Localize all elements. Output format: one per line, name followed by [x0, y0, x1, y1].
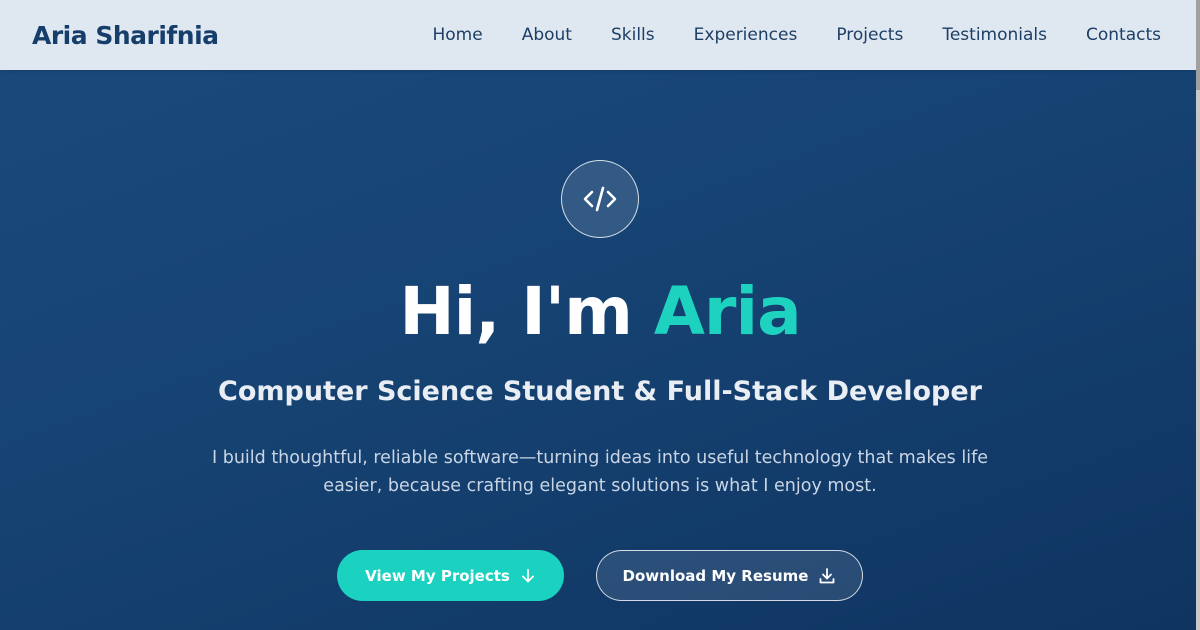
headline-prefix: Hi, I'm	[399, 273, 654, 350]
download-icon	[818, 567, 836, 585]
hero-description: I build thoughtful, reliable software—tu…	[212, 448, 988, 496]
hero-subtitle: Computer Science Student & Full-Stack De…	[218, 376, 982, 407]
arrow-down-icon	[520, 568, 536, 584]
nav-link-home[interactable]: Home	[433, 25, 483, 45]
nav-link-skills[interactable]: Skills	[611, 25, 655, 45]
download-resume-button[interactable]: Download My Resume	[596, 550, 863, 601]
nav-link-contacts[interactable]: Contacts	[1086, 25, 1161, 45]
download-resume-label: Download My Resume	[622, 566, 809, 585]
code-icon-badge	[561, 160, 639, 238]
brand-logo[interactable]: Aria Sharifnia	[32, 21, 219, 50]
nav-link-testimonials[interactable]: Testimonials	[942, 25, 1047, 45]
scrollbar-thumb[interactable]	[1196, 0, 1200, 90]
top-navbar: Aria Sharifnia Home About Skills Experie…	[0, 0, 1196, 70]
nav-link-experiences[interactable]: Experiences	[694, 25, 798, 45]
headline-name: Aria	[653, 273, 802, 350]
nav-link-about[interactable]: About	[522, 25, 572, 45]
hero-headline: Hi, I'm Aria	[0, 273, 1200, 350]
view-projects-label: View My Projects	[365, 566, 510, 585]
nav-link-projects[interactable]: Projects	[836, 25, 903, 45]
hero-section: Hi, I'm Aria Computer Science Student & …	[0, 70, 1196, 630]
nav-links: Home About Skills Experiences Projects T…	[394, 25, 1162, 45]
code-icon	[582, 184, 618, 214]
view-projects-button[interactable]: View My Projects	[337, 550, 564, 601]
